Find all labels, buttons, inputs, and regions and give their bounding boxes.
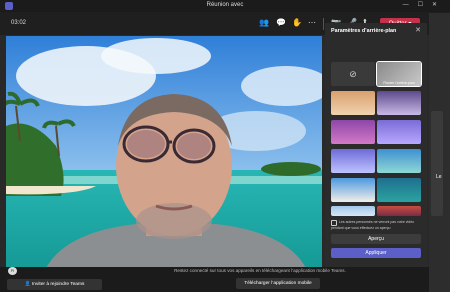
meeting-timer: 03:02 bbox=[11, 20, 27, 26]
reactions-icon[interactable]: ✋ bbox=[292, 19, 302, 27]
window-controls: —☐✕ bbox=[403, 1, 446, 8]
background-option[interactable] bbox=[331, 120, 375, 144]
preview-button[interactable]: Aperçu bbox=[331, 234, 421, 244]
blur-background-option[interactable]: Flouter l’arrière-plan bbox=[376, 61, 422, 87]
background-option[interactable] bbox=[331, 149, 375, 173]
video-feed bbox=[6, 36, 322, 268]
minimize-icon[interactable]: — bbox=[403, 2, 418, 8]
background-option[interactable] bbox=[331, 178, 375, 202]
preview-privacy-option[interactable]: Les autres personnes ne verront pas votr… bbox=[331, 220, 423, 230]
invite-icon: 👤 bbox=[24, 282, 31, 287]
title-bar: Réunion avec —☐✕ bbox=[0, 0, 450, 12]
chat-icon[interactable]: 💬 bbox=[276, 19, 286, 27]
maximize-icon[interactable]: ☐ bbox=[418, 2, 432, 8]
avatar[interactable]: PI bbox=[8, 267, 17, 275]
invite-to-teams-button[interactable]: 👤 Inviter à rejoindre Teams bbox=[7, 279, 102, 290]
panel-title: Paramètres d’arrière-plan bbox=[331, 28, 397, 34]
background-option[interactable] bbox=[377, 178, 421, 202]
preview-privacy-text: Les autres personnes ne verront pas votr… bbox=[331, 220, 415, 230]
background-option[interactable] bbox=[331, 206, 375, 216]
background-option[interactable] bbox=[331, 91, 375, 115]
background-option[interactable] bbox=[377, 206, 421, 216]
no-background-option[interactable]: ⊘ bbox=[331, 62, 375, 86]
more-icon[interactable]: ⋯ bbox=[308, 19, 316, 27]
invite-label: Inviter à rejoindre Teams bbox=[31, 282, 85, 287]
toolbar-divider bbox=[323, 18, 324, 30]
blur-label: Flouter l’arrière-plan bbox=[383, 81, 415, 85]
background-option[interactable] bbox=[377, 149, 421, 173]
panel-close-icon[interactable]: ✕ bbox=[415, 26, 421, 34]
background-app-text: Le bbox=[436, 174, 442, 180]
background-settings-panel: Paramètres d’arrière-plan ✕ ⊘ Flouter l’… bbox=[325, 23, 427, 268]
mobile-app-promo: Restez connecté sur tous vos appareils e… bbox=[174, 268, 346, 273]
background-card bbox=[431, 111, 443, 216]
participants-icon[interactable]: 👥 bbox=[259, 19, 269, 27]
video-frame-picture bbox=[6, 36, 322, 268]
close-icon[interactable]: ✕ bbox=[432, 2, 446, 8]
window-title: Réunion avec bbox=[206, 2, 244, 8]
download-mobile-app-button[interactable]: Télécharger l’application mobile bbox=[236, 278, 320, 289]
background-option[interactable] bbox=[377, 91, 421, 115]
apply-button[interactable]: Appliquer bbox=[331, 248, 421, 258]
no-background-icon: ⊘ bbox=[349, 68, 357, 79]
background-option[interactable] bbox=[377, 120, 421, 144]
